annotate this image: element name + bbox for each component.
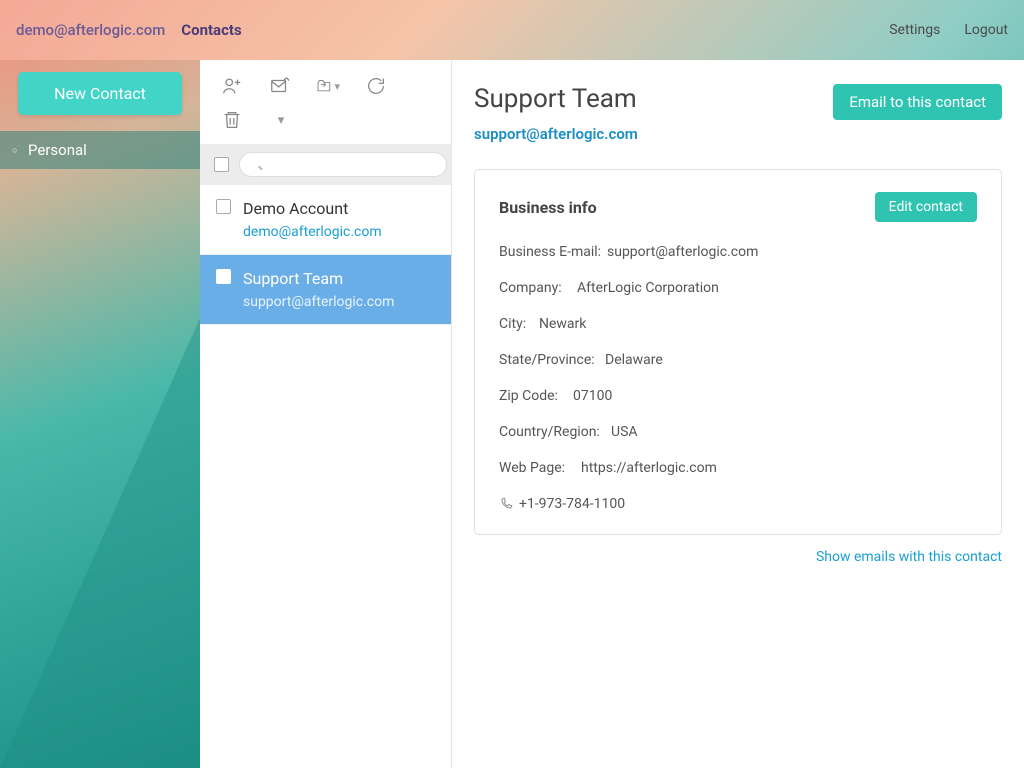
settings-link[interactable]: Settings bbox=[889, 22, 940, 38]
field-phone: +1-973-784-1100 bbox=[499, 496, 977, 512]
tab-contacts[interactable]: Contacts bbox=[181, 21, 241, 39]
search-row bbox=[200, 144, 451, 185]
contact-email: demo@afterlogic.com bbox=[243, 224, 382, 240]
contact-name: Support Team bbox=[243, 269, 394, 288]
search-icon bbox=[239, 152, 447, 177]
compose-icon[interactable] bbox=[268, 74, 292, 98]
field-state: State/Province: Delaware bbox=[499, 352, 977, 368]
contact-detail-title: Support Team bbox=[474, 84, 637, 114]
add-contact-icon[interactable] bbox=[220, 74, 244, 98]
delete-icon[interactable] bbox=[220, 108, 244, 132]
more-icon[interactable]: ▾ bbox=[268, 108, 292, 132]
contact-checkbox[interactable] bbox=[216, 199, 231, 214]
sidebar-item-label: Personal bbox=[28, 141, 87, 159]
phone-icon bbox=[499, 497, 513, 511]
sidebar: New Contact Personal bbox=[0, 60, 200, 169]
field-zip: Zip Code: 07100 bbox=[499, 388, 977, 404]
field-web: Web Page: https://afterlogic.com bbox=[499, 460, 977, 476]
select-all-checkbox[interactable] bbox=[214, 157, 229, 172]
contact-detail-email[interactable]: support@afterlogic.com bbox=[474, 125, 638, 143]
contact-item-support-team[interactable]: Support Team support@afterlogic.com bbox=[200, 255, 451, 325]
email-contact-button[interactable]: Email to this contact bbox=[833, 84, 1002, 120]
field-business-email: Business E-mail: support@afterlogic.com bbox=[499, 244, 977, 260]
field-country: Country/Region: USA bbox=[499, 424, 977, 440]
sidebar-item-personal[interactable]: Personal bbox=[0, 131, 200, 169]
contact-email: support@afterlogic.com bbox=[243, 294, 394, 310]
app-header: demo@afterlogic.com Contacts Settings Lo… bbox=[0, 0, 1024, 60]
contact-checkbox[interactable] bbox=[216, 269, 231, 284]
account-email[interactable]: demo@afterlogic.com bbox=[16, 21, 165, 39]
business-info-card: Business info Edit contact Business E-ma… bbox=[474, 169, 1002, 535]
new-contact-button[interactable]: New Contact bbox=[18, 72, 182, 115]
contact-list-panel: ▾ ▾ Demo Account demo@afterlogic.com Sup… bbox=[200, 60, 452, 768]
contact-detail-panel: Support Team Email to this contact suppo… bbox=[452, 60, 1024, 768]
field-city: City: Newark bbox=[499, 316, 977, 332]
info-card-title: Business info bbox=[499, 198, 597, 217]
move-icon[interactable]: ▾ bbox=[316, 74, 340, 98]
search-input[interactable] bbox=[239, 152, 447, 177]
contact-item-demo-account[interactable]: Demo Account demo@afterlogic.com bbox=[200, 185, 451, 255]
logout-link[interactable]: Logout bbox=[964, 22, 1008, 38]
edit-contact-button[interactable]: Edit contact bbox=[875, 192, 977, 222]
refresh-icon[interactable] bbox=[364, 74, 388, 98]
phone-value: +1-973-784-1100 bbox=[519, 496, 625, 512]
contact-name: Demo Account bbox=[243, 199, 382, 218]
show-emails-link[interactable]: Show emails with this contact bbox=[474, 549, 1002, 565]
field-company: Company: AfterLogic Corporation bbox=[499, 280, 977, 296]
toolbar: ▾ bbox=[200, 60, 451, 108]
